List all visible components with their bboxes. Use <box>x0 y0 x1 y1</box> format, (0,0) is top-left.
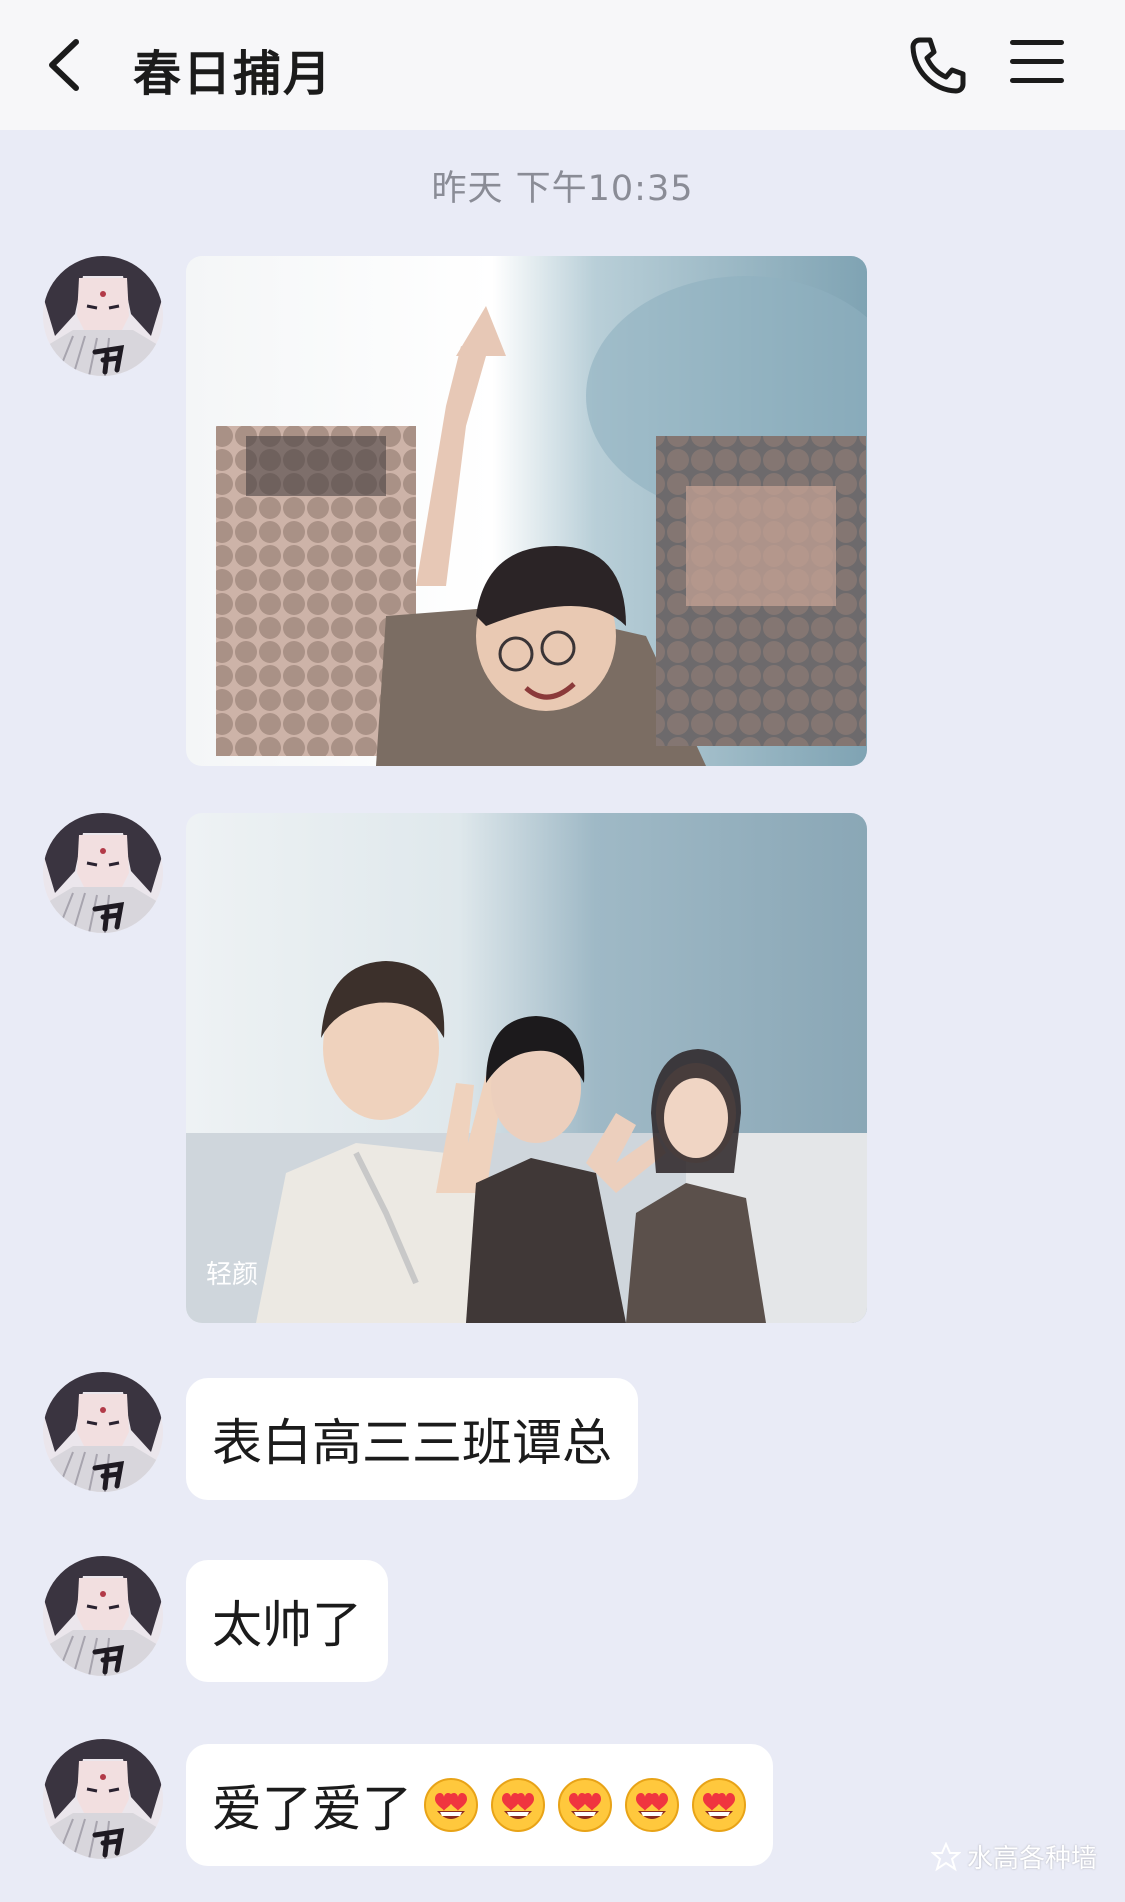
watermark: 水高各种墙 <box>930 1838 1097 1875</box>
watermark-text: 水高各种墙 <box>966 1844 1097 1874</box>
sender-avatar[interactable] <box>43 1556 163 1676</box>
sender-avatar[interactable] <box>43 813 163 933</box>
text-message[interactable]: 太帅了 <box>186 1560 388 1682</box>
message-timestamp: 昨天 下午10:35 <box>431 169 694 209</box>
sender-avatar[interactable] <box>43 1739 163 1859</box>
menu-bar <box>1010 40 1064 45</box>
text-message[interactable]: 爱了爱了 <box>186 1744 773 1866</box>
menu-button[interactable] <box>1010 40 1064 90</box>
heart-eyes-emoji-icon <box>692 1778 746 1832</box>
photo-app-watermark: 轻颜 <box>206 1260 258 1290</box>
chevron-left-icon <box>49 39 79 91</box>
message-text: 表白高三三班谭总 <box>212 1414 612 1472</box>
heart-eyes-emoji-icon <box>491 1778 545 1832</box>
text-message[interactable]: 表白高三三班谭总 <box>186 1378 638 1500</box>
chat-header: 春日捕月 <box>0 0 1125 130</box>
message-text: 太帅了 <box>212 1596 362 1654</box>
sender-avatar[interactable] <box>43 1372 163 1492</box>
sender-avatar[interactable] <box>43 256 163 376</box>
photo-message[interactable]: 轻颜 <box>186 813 867 1323</box>
star-logo-icon <box>930 1841 961 1871</box>
chat-title: 春日捕月 <box>133 46 334 102</box>
phone-icon <box>910 37 966 94</box>
heart-eyes-emoji-icon <box>558 1778 612 1832</box>
heart-eyes-emoji-icon <box>424 1778 478 1832</box>
photo-message[interactable] <box>186 256 867 766</box>
menu-bar <box>1010 78 1064 83</box>
heart-eyes-emoji-icon <box>625 1778 679 1832</box>
message-text: 爱了爱了 <box>212 1780 412 1838</box>
call-button[interactable] <box>906 34 966 96</box>
back-button[interactable] <box>38 30 94 100</box>
menu-bar <box>1010 59 1064 64</box>
